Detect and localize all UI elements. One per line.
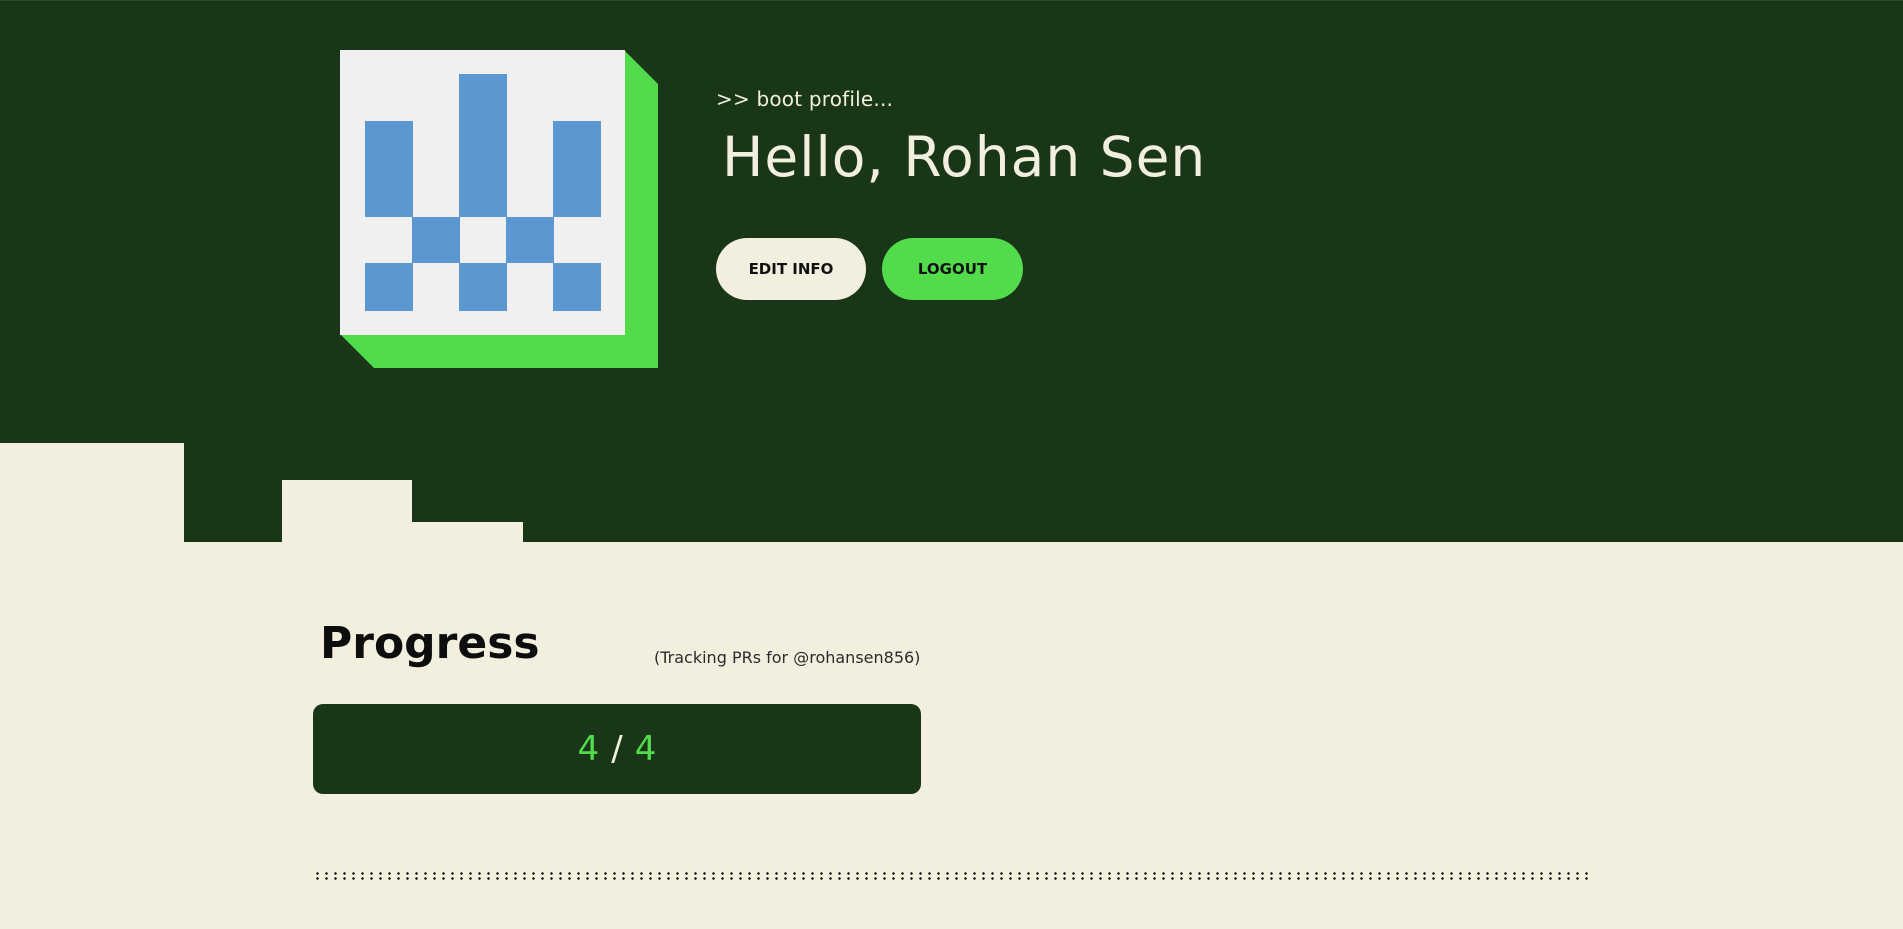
identicon-pixel [412,217,460,263]
greeting-heading: Hello, Rohan Sen [722,125,1207,189]
decorative-step [0,443,184,543]
progress-title: Progress [320,618,540,669]
identicon-pixel [365,121,413,217]
avatar [340,50,658,368]
dotted-divider [313,871,1591,881]
total-count: 4 [634,729,657,769]
completed-count: 4 [577,729,600,769]
identicon-pixel [459,74,507,217]
identicon-pixel [553,263,601,311]
boot-status-text: >> boot profile... [716,87,894,111]
count-separator: / [611,729,623,769]
pixel-identicon-icon [340,50,625,335]
edit-info-button[interactable]: EDIT INFO [716,238,866,300]
profile-hero: >> boot profile... Hello, Rohan Sen EDIT… [0,0,1903,543]
decorative-step [282,480,412,543]
tracking-note: (Tracking PRs for @rohansen856) [654,648,921,667]
progress-counter-card: 4 / 4 [313,704,921,794]
identicon-pixel [459,263,507,311]
identicon-pixel [553,121,601,217]
identicon-pixel [506,217,554,263]
decorative-step [411,522,523,543]
identicon-pixel [365,263,413,311]
logout-button[interactable]: LOGOUT [882,238,1023,300]
